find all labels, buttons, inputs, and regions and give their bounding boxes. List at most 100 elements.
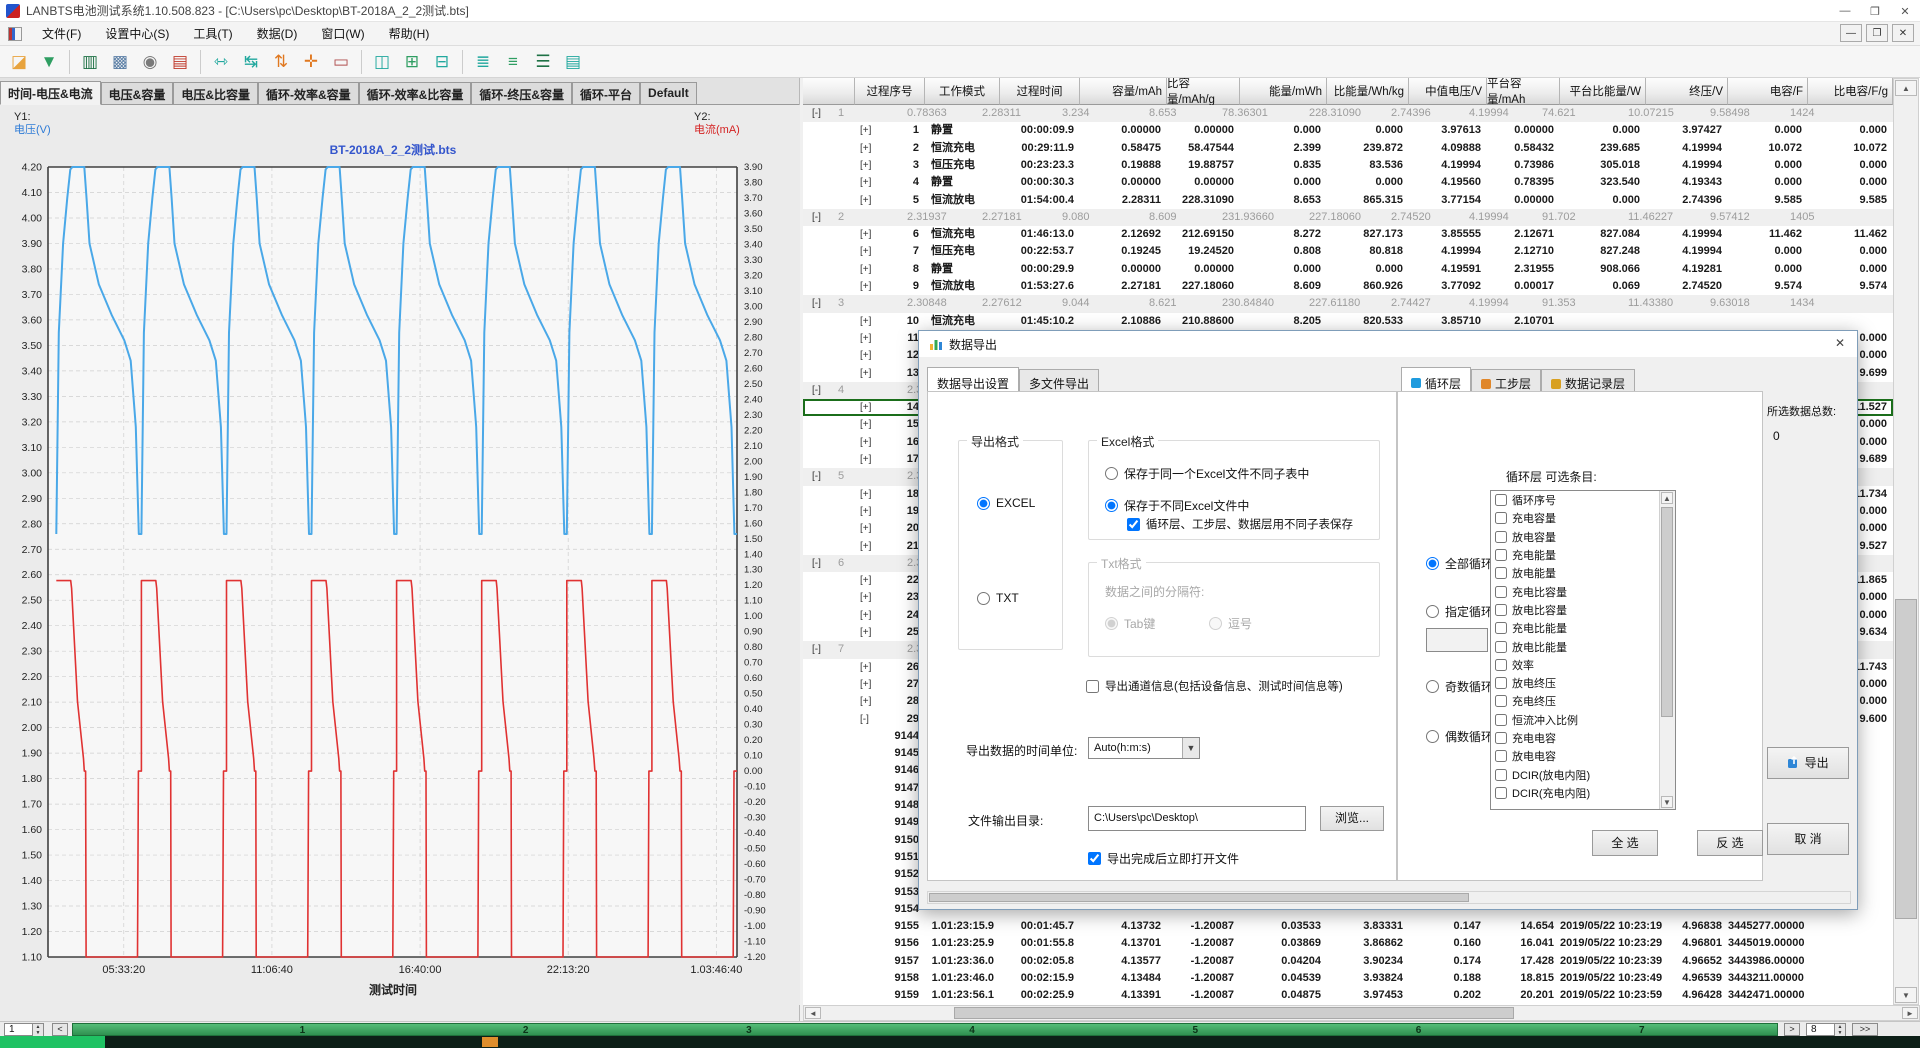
chart-tab-3[interactable]: 电压&比容量 <box>173 82 258 104</box>
collapse-icon[interactable]: [-] <box>812 468 821 485</box>
collapse-icon[interactable]: [-] <box>812 105 821 122</box>
close-button[interactable]: ✕ <box>1890 0 1920 22</box>
menu-item-2[interactable]: 设置中心(S) <box>93 24 181 44</box>
even-cycles-radio[interactable]: 偶数循环 <box>1426 728 1493 745</box>
column-header-expand[interactable] <box>803 78 855 105</box>
layer-tab-1[interactable]: 循环层 <box>1401 367 1471 394</box>
dialog-close-icon[interactable]: ✕ <box>1831 336 1849 352</box>
channel-grid-icon[interactable]: ≡ <box>499 49 527 75</box>
column-header-8[interactable]: 中值电压/V <box>1409 78 1487 105</box>
table-row[interactable]: 91581.01:23:46.000:02:15.94.13484-1.2008… <box>803 970 1893 987</box>
column-header-7[interactable]: 比能量/Wh/kg <box>1327 78 1409 105</box>
list-item-checkbox[interactable]: 放电能量 <box>1491 564 1675 582</box>
list-item-checkbox[interactable]: 放电比容量 <box>1491 601 1675 619</box>
mdi-restore-icon[interactable]: ❐ <box>1866 24 1888 42</box>
chart-tab-5[interactable]: 循环-效率&比容量 <box>359 82 472 104</box>
list-scroll-up-icon[interactable]: ▲ <box>1661 492 1673 504</box>
column-header-2[interactable]: 工作模式 <box>925 78 1000 105</box>
list-item-checkbox[interactable]: 放电电容 <box>1491 747 1675 765</box>
dialog-title-bar[interactable]: 数据导出 ✕ <box>919 331 1857 357</box>
column-header-13[interactable]: 比电容/F/g <box>1808 78 1893 105</box>
chart-tab-1[interactable]: 时间-电压&电流 <box>0 81 101 105</box>
table-row[interactable]: 91571.01:23:36.000:02:05.84.13577-1.2008… <box>803 953 1893 970</box>
table-group-row[interactable]: [-]10.783632.283113.2348.65378.36301228.… <box>803 105 1893 122</box>
txt-radio[interactable]: TXT <box>977 591 1019 605</box>
layer-tab-3[interactable]: 数据记录层 <box>1541 369 1635 393</box>
column-header-1[interactable]: 过程序号 <box>855 78 925 105</box>
expand-icon[interactable]: ✛ <box>297 49 325 75</box>
table-row[interactable]: [+]10恒流充电01:45:10.22.10886210.886008.205… <box>803 313 1893 330</box>
menu-item-6[interactable]: 帮助(H) <box>377 24 442 44</box>
zoom-fit-icon[interactable]: ↹ <box>237 49 265 75</box>
column-header-4[interactable]: 容量/mAh <box>1080 78 1167 105</box>
column-header-12[interactable]: 电容/F <box>1728 78 1808 105</box>
browse-button[interactable]: 浏览... <box>1320 806 1384 831</box>
table-row[interactable]: [+]7恒压充电00:22:53.70.1924519.245200.80880… <box>803 243 1893 260</box>
collapse-icon[interactable]: [-] <box>812 209 821 226</box>
list-item-checkbox[interactable]: DCIR(放电内阻) <box>1491 765 1675 783</box>
channel-table-icon[interactable]: ▤ <box>559 49 587 75</box>
dialog-tab-1[interactable]: 数据导出设置 <box>927 367 1019 394</box>
collapse-icon[interactable]: [-] <box>812 555 821 572</box>
diff-file-radio[interactable]: 保存于不同Excel文件中 <box>1105 497 1249 514</box>
table-row[interactable]: [+]8静置00:00:29.90.000000.000000.0000.000… <box>803 261 1893 278</box>
channel-detail-icon[interactable]: ☰ <box>529 49 557 75</box>
hscroll-thumb[interactable] <box>954 1007 1514 1019</box>
page-progress-bar[interactable]: 1234567 <box>72 1023 1778 1036</box>
last-page-button[interactable]: >> <box>1852 1023 1878 1036</box>
dialog-hscroll-thumb[interactable] <box>929 893 1469 902</box>
list-item-checkbox[interactable]: 充电电容 <box>1491 729 1675 747</box>
menu-item-5[interactable]: 窗口(W) <box>309 24 376 44</box>
table-hscrollbar[interactable]: ◄ ► <box>803 1005 1920 1021</box>
chart-tab-4[interactable]: 循环-效率&容量 <box>258 82 359 104</box>
next-page-button[interactable]: > <box>1784 1023 1800 1036</box>
channel-info-checkbox[interactable]: 导出通道信息(包括设备信息、测试时间信息等) <box>1086 678 1343 694</box>
menu-item-1[interactable]: 文件(F) <box>30 24 93 44</box>
list-item-checkbox[interactable]: 充电终压 <box>1491 692 1675 710</box>
column-header-6[interactable]: 能量/mWh <box>1240 78 1327 105</box>
save-file-icon[interactable]: ▼ <box>35 49 63 75</box>
channel-list-icon[interactable]: ≣ <box>469 49 497 75</box>
column-header-5[interactable]: 比容量/mAh/g <box>1167 78 1240 105</box>
collapse-icon[interactable]: [-] <box>812 295 821 312</box>
layer-tab-2[interactable]: 工步层 <box>1471 369 1541 393</box>
chart-tab-2[interactable]: 电压&容量 <box>101 82 174 104</box>
collapse-icon[interactable]: [-] <box>812 641 821 658</box>
excel-export-icon[interactable]: ▥ <box>76 49 104 75</box>
odd-cycles-radio[interactable]: 奇数循环 <box>1426 678 1493 695</box>
table-row[interactable]: [+]5恒流放电01:54:00.42.28311228.310908.6538… <box>803 192 1893 209</box>
column-header-9[interactable]: 平台容量/mAh <box>1487 78 1560 105</box>
column-header-3[interactable]: 过程时间 <box>1000 78 1080 105</box>
select-all-button[interactable]: 全 选 <box>1592 830 1658 856</box>
cancel-button[interactable]: 取 消 <box>1767 823 1849 855</box>
list-item-checkbox[interactable]: 放电比能量 <box>1491 637 1675 655</box>
table-row[interactable]: [+]9恒流放电01:53:27.62.27181227.180608.6098… <box>803 278 1893 295</box>
chart-tab-8[interactable]: Default <box>640 82 697 104</box>
table-row[interactable]: [+]3恒压充电00:23:23.30.1988819.887570.83583… <box>803 157 1893 174</box>
mdi-close-icon[interactable]: ✕ <box>1892 24 1914 42</box>
scroll-right-icon[interactable]: ► <box>1902 1007 1918 1019</box>
mdi-minimize-icon[interactable]: — <box>1840 24 1862 42</box>
table-row[interactable]: [+]6恒流充电01:46:13.02.12692212.691508.2728… <box>803 226 1893 243</box>
collapse-icon[interactable]: [-] <box>812 382 821 399</box>
chart-edit-icon[interactable]: ◉ <box>136 49 164 75</box>
dialog-tab-2[interactable]: 多文件导出 <box>1019 369 1099 393</box>
table-row[interactable]: [+]2恒流充电00:29:11.90.5847558.475442.39923… <box>803 140 1893 157</box>
time-unit-select[interactable]: Auto(h:m:s) ▼ <box>1088 737 1200 759</box>
list-item-checkbox[interactable]: 放电容量 <box>1491 528 1675 546</box>
tile-right-icon[interactable]: ⊟ <box>428 49 456 75</box>
list-item-checkbox[interactable]: 效率 <box>1491 656 1675 674</box>
vscroll-thumb[interactable] <box>1895 599 1917 919</box>
table-group-row[interactable]: [-]22.319372.271819.0808.609231.93660227… <box>803 209 1893 226</box>
calculator-icon[interactable]: ▩ <box>106 49 134 75</box>
column-header-11[interactable]: 终压/V <box>1646 78 1728 105</box>
select-box-icon[interactable]: ▭ <box>327 49 355 75</box>
table-vscrollbar[interactable]: ▲ ▼ <box>1893 78 1919 1005</box>
list-scrollbar[interactable]: ▲ ▼ <box>1659 491 1675 809</box>
export-button[interactable]: 导出 <box>1767 747 1849 779</box>
output-dir-input[interactable]: C:\Users\pc\Desktop\ <box>1088 806 1306 831</box>
table-group-row[interactable]: [-]32.308482.276129.0448.621230.84840227… <box>803 295 1893 312</box>
table-row[interactable]: 91591.01:23:56.100:02:25.94.13391-1.2008… <box>803 987 1893 1004</box>
list-scroll-thumb[interactable] <box>1661 507 1673 717</box>
column-header-10[interactable]: 平台比能量/W <box>1560 78 1646 105</box>
